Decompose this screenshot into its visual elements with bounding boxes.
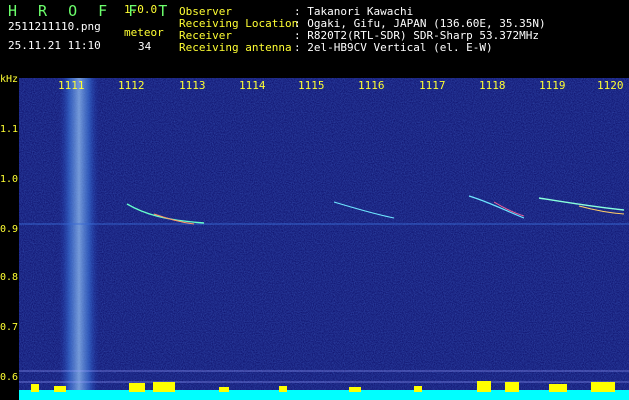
- x-tick-label: 1117: [419, 79, 446, 92]
- date-time: 25.11.21 11:10: [8, 39, 101, 52]
- noise-spike: [129, 383, 145, 392]
- meteor-label: meteor: [124, 26, 164, 39]
- meteor-count: 34: [138, 40, 152, 53]
- baseline-strip: [19, 390, 629, 400]
- x-tick-label: 1115: [298, 79, 325, 92]
- noise-spike: [414, 386, 422, 392]
- y-tick-label: 0.7: [0, 322, 19, 333]
- noise-spike: [591, 382, 615, 392]
- spectrogram-svg: [19, 78, 629, 400]
- field-label-antenna: Receiving antenna: [179, 41, 292, 54]
- noise-spike: [31, 384, 39, 392]
- x-tick-label: 1111: [58, 79, 85, 92]
- noise-spike: [219, 387, 229, 392]
- x-tick-label: 1119: [539, 79, 566, 92]
- spectrogram: [19, 78, 629, 400]
- noise-spike: [279, 386, 287, 392]
- x-tick-label: 1114: [239, 79, 266, 92]
- noise-spike: [349, 387, 361, 392]
- y-axis-unit: kHz: [0, 74, 19, 85]
- y-tick-label: 0.6: [0, 372, 19, 383]
- x-tick-label: 1118: [479, 79, 506, 92]
- noise-spike: [153, 382, 175, 392]
- noise-spike: [54, 386, 66, 392]
- y-tick-label: 1.0: [0, 174, 19, 185]
- x-tick-label: 1112: [118, 79, 145, 92]
- x-tick-label: 1113: [179, 79, 206, 92]
- noise-spike: [549, 384, 567, 392]
- noise-spike: [477, 381, 491, 392]
- y-tick-label: 1.1: [0, 124, 19, 135]
- header: H R O F F T 1.0.0 2511211110.png 25.11.2…: [0, 0, 629, 76]
- file-name: 2511211110.png: [8, 20, 101, 33]
- interference-band: [59, 78, 99, 400]
- y-tick-label: 0.9: [0, 224, 19, 235]
- noise-spike: [505, 382, 519, 392]
- x-tick-label: 1120: [597, 79, 624, 92]
- noise-texture: [19, 78, 629, 400]
- field-value-antenna: : 2el-HB9CV Vertical (el. E-W): [294, 41, 493, 54]
- x-tick-label: 1116: [358, 79, 385, 92]
- app-version: 1.0.0: [124, 3, 158, 16]
- y-tick-label: 0.8: [0, 272, 19, 283]
